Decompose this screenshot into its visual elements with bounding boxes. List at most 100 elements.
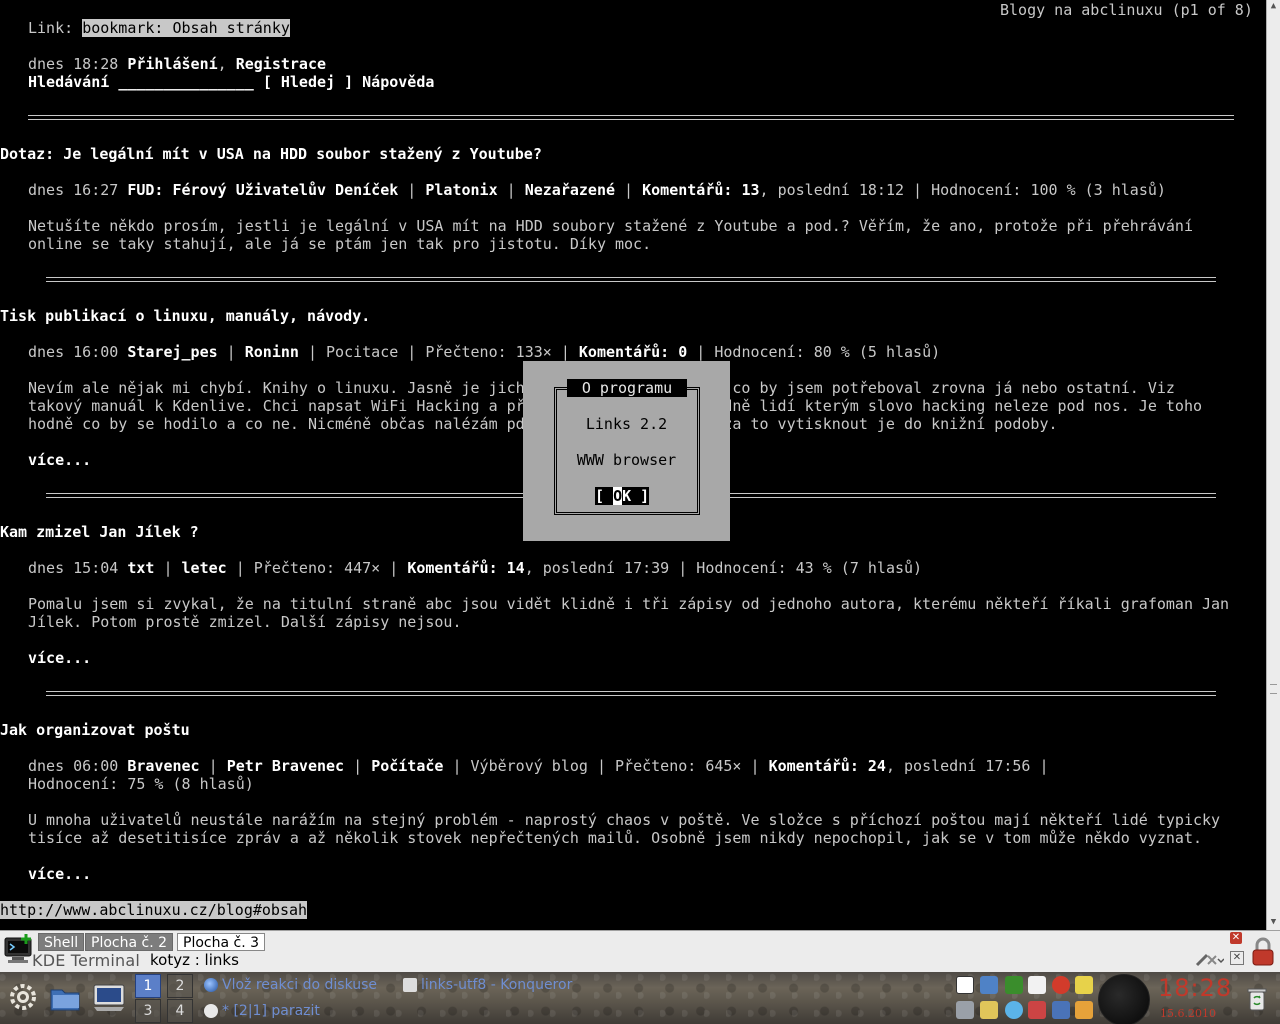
tab-plocha-2[interactable]: Plocha č. 2 (85, 933, 174, 951)
post-title[interactable]: Kam zmizel Jan Jílek ? (0, 523, 199, 541)
search-input[interactable]: _______________ (118, 73, 253, 91)
post-body-line: tisíce až desetitisíce zpráv a až několi… (28, 829, 1202, 847)
close-tab-icon[interactable]: ✕ (1230, 932, 1242, 944)
author-link[interactable]: Roninn (245, 343, 299, 361)
post-title[interactable]: Dotaz: Je legální mít v USA na HDD soubo… (0, 145, 542, 163)
messenger-icon[interactable] (1005, 1001, 1023, 1019)
comments-link[interactable]: Komentářů: 0 (579, 343, 687, 361)
taskbar-item[interactable]: links-utf8 - Konqueror (401, 974, 572, 996)
read-count: Přečteno: 645× (615, 757, 742, 775)
search-label: Hledávání (28, 73, 110, 91)
blog-link[interactable]: txt (127, 559, 154, 577)
close-session-icon[interactable]: ✕ (1230, 951, 1244, 965)
page-title: Blogy na abclinuxu (p1 of 8) (1000, 1, 1253, 19)
terminal-scrollbar[interactable]: ▲ ▼ (1266, 0, 1280, 930)
moon-phase-icon (1098, 974, 1150, 1024)
new-terminal-icon[interactable] (2, 933, 36, 969)
taskbar-item[interactable]: * [2|1] parazit (202, 1000, 320, 1022)
comments-link[interactable]: Komentářů: 14 (407, 559, 524, 577)
post-body-line: U mnoha uživatelů neustále narážím na st… (28, 811, 1221, 829)
category-link[interactable]: Počítače (371, 757, 443, 775)
blog-link[interactable]: Starej_pes (127, 343, 217, 361)
author-link[interactable]: letec (182, 559, 227, 577)
tab-plocha-3[interactable]: Plocha č. 3 (177, 933, 266, 951)
post-stats: , poslední 17:56 | (885, 757, 1049, 775)
login-link[interactable]: Přihlášení (127, 55, 217, 73)
post-body-line: Jílek. Potom prostě zmizel. Další zápisy… (28, 613, 462, 631)
about-dialog: O programu Links 2.2 WWW browser [ OK ] (523, 361, 730, 541)
document-icon (403, 978, 417, 992)
register-link[interactable]: Registrace (236, 55, 326, 73)
help-icon[interactable] (1075, 1001, 1093, 1019)
more-link[interactable]: více... (28, 649, 91, 667)
link-label: Link: (28, 19, 74, 37)
ok-button[interactable]: [ OK ] (595, 487, 649, 505)
keyboard-layout-icon[interactable] (956, 976, 974, 994)
scroll-up-arrow-icon[interactable]: ▲ (1267, 0, 1280, 13)
clipboard-icon[interactable] (1028, 976, 1046, 994)
desktop-3-button[interactable]: 3 (135, 999, 161, 1023)
post-time: dnes 16:27 (28, 181, 119, 199)
post-stats: , poslední 17:39 | Hodnocení: 43 % (7 hl… (524, 559, 923, 577)
konqueror-icon (204, 978, 218, 992)
post-meta: dnes 15:04 txt | letec | Přečteno: 447× … (28, 559, 923, 577)
help-link[interactable]: Nápověda (362, 73, 434, 91)
author-link[interactable]: Petr Bravenec (227, 757, 344, 775)
kde-panel: 1 2 3 4 Vlož reakci do diskuse links-utf… (0, 972, 1280, 1024)
lock-icon[interactable] (1250, 937, 1276, 967)
more-link[interactable]: více... (28, 451, 91, 469)
cursor: O (613, 487, 623, 505)
login-line: dnes 18:28 Přihlášení, Registrace (28, 55, 326, 73)
comments-link[interactable]: Komentářů: 13 (642, 181, 759, 199)
taskbar-item[interactable]: Vlož reakci do diskuse (202, 974, 377, 996)
tab-shell[interactable]: Shell (38, 933, 85, 951)
author-link[interactable]: Platonix (425, 181, 497, 199)
scroll-grip-icon[interactable] (1270, 684, 1277, 694)
trash-icon[interactable] (1246, 986, 1268, 1012)
more-link[interactable]: více... (28, 865, 91, 883)
home-folder-icon[interactable] (46, 978, 84, 1016)
blog-link[interactable]: FUD: Férový Uživatelův Deníček (127, 181, 398, 199)
divider (46, 691, 1216, 696)
power-icon[interactable] (1052, 976, 1070, 994)
post-rating: Hodnocení: 75 % (8 hlasů) (28, 775, 254, 793)
network-icon[interactable] (980, 976, 998, 994)
bookmark-link[interactable]: bookmark: Obsah stránky (82, 19, 290, 37)
desktop-4-button[interactable]: 4 (167, 999, 193, 1023)
app-name: KDE Terminal (32, 951, 141, 970)
post-time: dnes 16:00 (28, 343, 119, 361)
post-time: dnes 15:04 (28, 559, 119, 577)
login-time: dnes 18:28 (28, 55, 119, 73)
task-label: Vlož reakci do diskuse (222, 977, 378, 993)
terminal-launcher-icon[interactable] (90, 978, 128, 1016)
notepad-icon[interactable] (980, 1001, 998, 1019)
desktop-1-button[interactable]: 1 (135, 974, 161, 998)
post-meta: dnes 16:27 FUD: Férový Uživatelův Deníče… (28, 181, 1166, 199)
updates-icon[interactable] (1028, 1001, 1046, 1019)
task-label: links-utf8 - Konqueror (421, 977, 573, 993)
post-title[interactable]: Tisk publikací o linuxu, manuály, návody… (0, 307, 370, 325)
post-title[interactable]: Jak organizovat poštu (0, 721, 190, 739)
kde-menu-icon[interactable] (4, 978, 42, 1016)
link-line: Link: bookmark: Obsah stránky (28, 19, 290, 37)
clock-date: 15.6.2010 (1160, 1007, 1216, 1020)
links-terminal[interactable]: Blogy na abclinuxu (p1 of 8) Link: bookm… (0, 0, 1266, 930)
featured-blog-link[interactable]: Výběrový blog (471, 757, 588, 775)
category-link[interactable]: Pocitace (326, 343, 398, 361)
blog-link[interactable]: Bravenec (127, 757, 199, 775)
notes-icon[interactable] (1075, 976, 1093, 994)
settings-icon[interactable] (1052, 1001, 1070, 1019)
category-link[interactable]: Nezařazené (525, 181, 615, 199)
desktop-2-button[interactable]: 2 (167, 974, 193, 998)
post-body-line: Pomalu jsem si zvykal, že na titulní str… (28, 595, 1230, 613)
clock-time[interactable]: 18:28 (1158, 974, 1232, 1002)
volume-icon[interactable] (956, 1001, 974, 1019)
konsole-tabbar: Shell Plocha č. 2 Plocha č. 3 KDE Termin… (0, 930, 1280, 972)
ok-bracket-left: [ (595, 487, 614, 505)
post-body-line: Netušíte někdo prosím, jestli je legální… (28, 217, 1193, 235)
scroll-down-arrow-icon[interactable]: ▼ (1267, 916, 1280, 929)
search-button[interactable]: [ Hledej ] (263, 73, 353, 91)
download-icon[interactable] (1005, 976, 1023, 994)
tools-icon[interactable] (1194, 950, 1224, 968)
comments-link[interactable]: Komentářů: 24 (769, 757, 886, 775)
